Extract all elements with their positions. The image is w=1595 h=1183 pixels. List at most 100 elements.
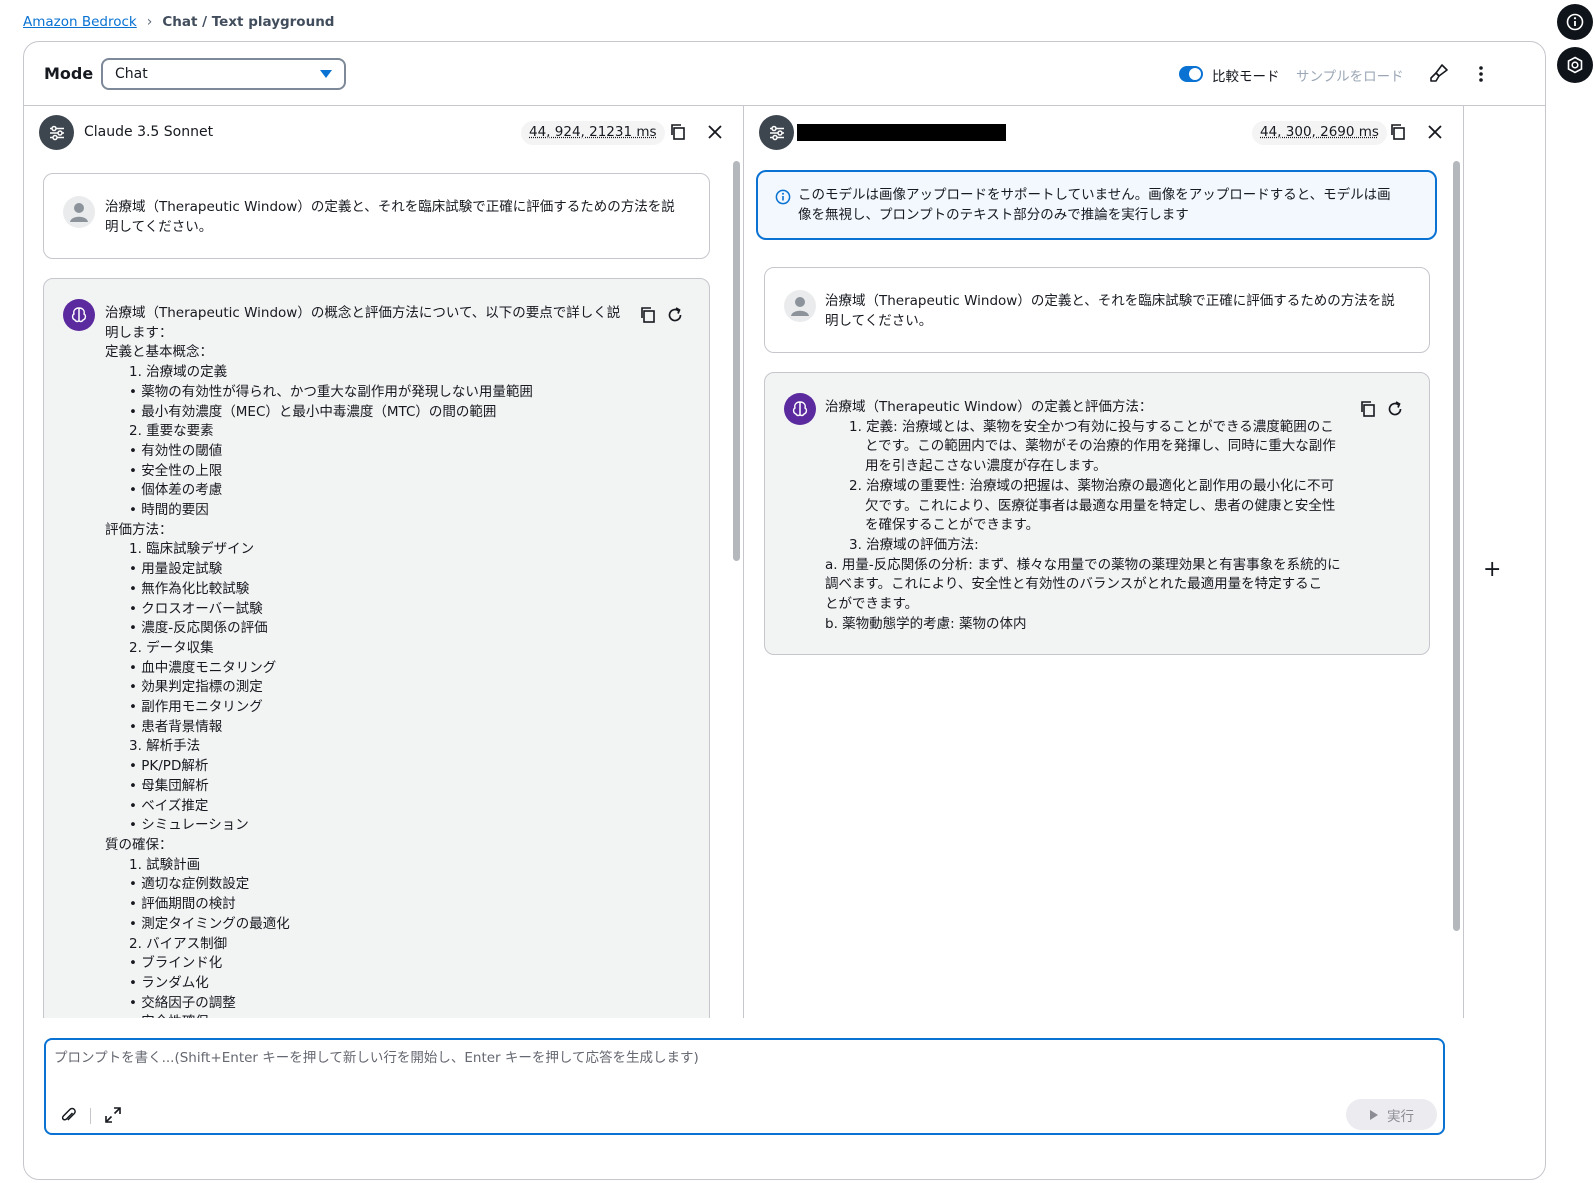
breadcrumb-link-bedrock[interactable]: Amazon Bedrock [23,14,137,30]
response-line: 濃度-反応関係の評価 [141,620,268,637]
response-line: 有効性の閾値 [141,442,223,459]
ai-avatar [784,393,816,425]
refresh-icon[interactable] [1385,399,1405,419]
ai-response-text: 治療域（Therapeutic Window）の定義と評価方法： 1. 定義: 治… [825,398,1345,634]
copy-icon[interactable] [668,122,688,142]
bullet-icon: • [129,659,142,676]
mode-select[interactable]: Chat [101,58,346,90]
play-icon [1370,1109,1378,1120]
response-line: クロスオーバー試験 [141,600,263,617]
response-bullet-item: • PK/PD解析 [105,757,625,777]
copy-icon[interactable] [1388,122,1408,142]
bullet-icon: • [129,580,142,597]
bullet-icon: • [129,1014,141,1018]
response-line: 治療域（Therapeutic Window）の概念と評価方法について、以下の要… [105,305,621,321]
model-settings-button[interactable] [39,115,74,150]
prompt-textarea[interactable] [54,1046,1434,1086]
response-line: 1. 試験計画 [129,856,201,873]
user-avatar [63,196,95,228]
response-line: シミュレーション [141,817,249,834]
bullet-icon: • [129,502,142,519]
close-icon[interactable] [705,122,725,142]
response-line: ベイズ推定 [141,797,209,814]
bullet-icon: • [129,620,142,637]
response-line: 患者背景情報 [141,718,223,735]
response-bullet-item: • 母集団解析 [105,777,625,797]
response-bullet-item: • 患者背景情報 [105,718,625,738]
add-model-plus-icon[interactable]: + [1483,557,1501,582]
response-line: 2. バイアス制御 [129,935,228,952]
breadcrumb: Amazon Bedrock › Chat / Text playground [23,14,334,30]
bullet-icon: • [129,876,142,893]
response-line: 測定タイミングの最適化 [141,915,290,932]
response-bullet-item: • 安全性確保 [105,1013,625,1018]
response-line: 1. 臨床試験デザイン [129,541,255,558]
response-line: 2. 治療域の重要性: 治療域の把握は、薬物治療の最適化と副作用の最小化に不可 [849,477,1335,494]
response-line: 最小有効濃度（MEC）と最小中毒濃度（MTC）の間の範囲 [141,403,497,420]
user-message-text: 治療域（Therapeutic Window）の定義と、それを臨床試験で正確に評… [825,292,1395,331]
response-line: 効果判定指標の測定 [141,679,263,696]
redacted-model-name [797,124,1006,141]
info-panel-button[interactable] [1557,4,1593,40]
response-line: 1. 定義: 治療域とは、薬物を安全かつ有効に投与することができる濃度範囲のこ [849,418,1334,435]
caret-down-icon [320,70,332,78]
bullet-icon: • [129,679,142,696]
bullet-icon: • [129,561,142,578]
info-icon [1566,13,1584,31]
response-bullet-item: • 個体差の考慮 [105,481,625,501]
bullet-icon: • [129,777,142,794]
latency-metrics[interactable]: 44, 300, 2690 ms [1252,121,1387,145]
response-line: 適切な症例数設定 [141,876,250,893]
response-line: 副作用モニタリング [141,699,263,716]
alert-text: このモデルは画像アップロードをサポートしていません。画像をアップロードすると、モ… [798,186,1418,225]
alert-line: このモデルは画像アップロードをサポートしていません。画像をアップロードすると、モ… [798,187,1391,203]
response-line: 無作為化比較試験 [141,580,250,597]
bullet-icon: • [129,974,142,991]
response-bullet-item: • 時間的要因 [105,501,625,521]
run-label: 実行 [1387,1108,1414,1125]
toolbar-divider [90,1108,91,1124]
bullet-icon: • [129,817,142,834]
response-line: 評価期間の検討 [141,896,236,913]
response-bullet-item: • 濃度-反応関係の評価 [105,619,625,639]
latency-metrics[interactable]: 44, 924, 21231 ms [521,121,665,145]
more-vertical-icon[interactable] [1475,62,1487,86]
right-model-panel: 44, 300, 2690 ms このモデルは画像アップロードをサポートしていま… [744,106,1464,1018]
left-scrollbar[interactable] [733,161,740,561]
clear-brush-icon[interactable] [1428,62,1450,84]
run-button[interactable]: 実行 [1346,1099,1437,1130]
info-icon [775,189,791,205]
bullet-icon: • [129,699,142,716]
copy-icon[interactable] [1358,399,1378,419]
expand-icon[interactable] [104,1106,122,1124]
copy-icon[interactable] [638,305,658,325]
model-settings-button[interactable] [759,115,794,150]
close-icon[interactable] [1425,122,1445,142]
response-bullet-item: • シミュレーション [105,816,625,836]
response-line: ランダム化 [141,974,209,991]
bullet-icon: • [129,718,142,735]
load-sample-button[interactable]: サンプルをロード [1296,65,1404,85]
response-line: 評価方法： [105,521,173,538]
user-message-card: 治療域（Therapeutic Window）の定義と、それを臨床試験で正確に評… [43,173,710,259]
assistant-panel-button[interactable] [1557,47,1593,83]
left-model-panel: Claude 3.5 Sonnet 44, 924, 21231 ms 治療域（… [24,106,744,1018]
compare-mode-toggle[interactable] [1179,66,1203,82]
response-line: PK/PD解析 [141,758,209,775]
breadcrumb-current: Chat / Text playground [162,14,335,30]
mode-label: Mode [44,64,94,83]
right-scrollbar[interactable] [1453,161,1460,931]
paperclip-icon[interactable] [60,1107,78,1125]
bullet-icon: • [129,482,142,499]
response-bullet-item: • 交絡因子の調整 [105,994,625,1014]
toggle-knob [1189,68,1201,80]
add-model-column [1464,106,1545,1179]
response-bullet-item: • 血中濃度モニタリング [105,659,625,679]
settings-sliders-icon [49,125,64,140]
image-unsupported-alert: このモデルは画像アップロードをサポートしていません。画像をアップロードすると、モ… [756,170,1437,240]
response-line: 質の確保： [105,836,173,853]
response-line: ブラインド化 [141,955,223,972]
bullet-icon: • [129,994,142,1011]
bullet-icon: • [129,383,142,400]
refresh-icon[interactable] [665,305,685,325]
